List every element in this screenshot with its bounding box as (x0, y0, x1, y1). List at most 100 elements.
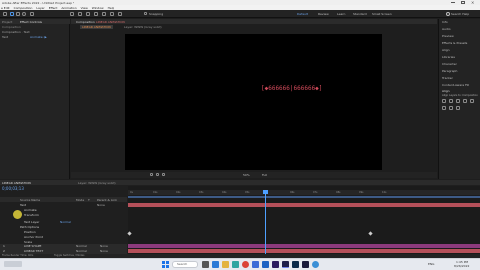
timeline-tab-layer[interactable]: Layer: WWW (Gray solid) (78, 181, 116, 185)
rectangle-tool-icon[interactable] (70, 12, 74, 16)
comp-tab-name[interactable]: LINEAR ANIMATION (96, 20, 125, 24)
zoom-tool-icon[interactable] (22, 12, 26, 16)
work-area-bar[interactable] (128, 196, 480, 198)
menu-animation[interactable]: Animation (61, 6, 76, 10)
panel-audio[interactable]: Audio (442, 27, 451, 32)
align-bottom-icon[interactable] (470, 99, 474, 103)
playhead-handle[interactable] (263, 190, 268, 194)
widgets-icon[interactable] (212, 261, 219, 268)
system-tray-lang[interactable]: ENG (428, 262, 434, 266)
chrome-icon[interactable] (242, 261, 249, 268)
panel-content-aware-fill[interactable]: Content-Aware Fill (442, 83, 469, 88)
camera-snapshot-icon[interactable] (150, 173, 153, 176)
menu-window[interactable]: Window (92, 6, 104, 10)
layer-duration-bar-text[interactable] (128, 203, 480, 207)
property-mode[interactable]: None (97, 203, 105, 207)
eraser-tool-icon[interactable] (110, 12, 114, 16)
workspace-small-screen[interactable]: Small Screen (372, 12, 392, 16)
workspace-standard[interactable]: Standard (353, 12, 367, 16)
align-top-icon[interactable] (463, 99, 467, 103)
puppet-tool-icon[interactable] (118, 12, 122, 16)
panel-character[interactable]: Character (442, 62, 457, 67)
start-button[interactable] (162, 261, 169, 268)
comp-breadcrumb-2[interactable]: Layer: WWW (Gray solid) (124, 25, 162, 29)
type-tool-icon[interactable] (86, 12, 90, 16)
tab-effect-controls[interactable]: Effect Controls (20, 20, 42, 24)
search-icon[interactable] (446, 12, 450, 16)
menu-edit[interactable]: e Edit (1, 6, 10, 10)
col-track-matte[interactable]: T (88, 198, 90, 202)
menu-help[interactable]: Help (108, 6, 115, 10)
layer-mode[interactable]: Normal (76, 244, 87, 248)
time-ruler[interactable] (128, 190, 480, 195)
workspace-review[interactable]: Review (318, 12, 329, 16)
quality-dropdown[interactable]: Full (262, 173, 267, 177)
media-encoder-icon[interactable] (302, 261, 309, 268)
stamp-tool-icon[interactable] (102, 12, 106, 16)
search-help-label[interactable]: Search Help (451, 12, 469, 16)
playhead-line[interactable] (265, 190, 266, 254)
panel-effects-presets[interactable]: Effects & Presets (442, 41, 467, 46)
task-view-icon[interactable] (202, 261, 209, 268)
property-mode[interactable]: Normal (60, 220, 71, 224)
comp-tab-label[interactable]: Composition (76, 20, 95, 24)
mail-icon[interactable] (262, 261, 269, 268)
menu-view[interactable]: View (81, 6, 88, 10)
edge-icon[interactable] (232, 261, 239, 268)
orbit-tool-icon[interactable] (30, 12, 34, 16)
align-left-icon[interactable] (442, 99, 446, 103)
timeline-tab[interactable]: LINEAR ANIMATION (2, 181, 31, 185)
file-explorer-icon[interactable] (222, 261, 229, 268)
home-icon[interactable] (3, 12, 7, 16)
grid-toggle-icon[interactable] (156, 173, 159, 176)
zoom-dropdown[interactable]: 50% (243, 173, 250, 177)
layer-mode[interactable]: Normal (76, 249, 87, 253)
panel-preview[interactable]: Preview (442, 34, 454, 39)
minimize-button[interactable] (451, 2, 455, 3)
store-icon[interactable] (252, 261, 259, 268)
canvas-text-layer[interactable]: [◆666666|666666◆] (261, 85, 322, 92)
toggle-switches-modes[interactable]: Toggle Switches / Modes (54, 254, 85, 257)
distribute-right-icon[interactable] (456, 106, 460, 110)
hand-tool-icon[interactable] (16, 12, 20, 16)
align-center-icon[interactable] (449, 99, 453, 103)
panel-info[interactable]: Info (442, 20, 448, 25)
align-right-icon[interactable] (456, 99, 460, 103)
panel-align[interactable]: Align (442, 48, 450, 53)
tab-project[interactable]: Project (2, 20, 12, 24)
panel-libraries[interactable]: Libraries (442, 55, 455, 60)
effect-row-2[interactable]: Text (2, 35, 8, 39)
effect-row-3[interactable]: Animate: ▶ (30, 35, 47, 39)
workspace-default[interactable]: Default (297, 12, 308, 16)
distribute-left-icon[interactable] (442, 106, 446, 110)
app-icon[interactable] (312, 261, 319, 268)
layer-duration-bar-shape[interactable] (128, 244, 480, 248)
menu-composition[interactable]: Composition (14, 6, 33, 10)
layer-parent[interactable]: None (100, 249, 108, 253)
timeline-timecode[interactable]: 0;00;03;13 (2, 186, 24, 191)
col-mode[interactable]: Mode (76, 198, 84, 202)
system-date[interactable]: 8/26/2022 (454, 264, 469, 268)
menu-layer[interactable]: Layer (36, 6, 44, 10)
premiere-icon[interactable] (272, 261, 279, 268)
panel-tracker[interactable]: Tracker (442, 76, 453, 81)
comp-canvas[interactable] (125, 34, 382, 170)
panel-paragraph[interactable]: Paragraph (442, 69, 457, 74)
weather-widget[interactable] (4, 261, 22, 267)
selection-tool-icon[interactable] (10, 12, 14, 16)
layer-duration-bar-linear[interactable] (128, 249, 480, 253)
menu-effect[interactable]: Effect (49, 6, 58, 10)
photoshop-icon[interactable] (292, 261, 299, 268)
comp-breadcrumb-1[interactable]: LINEAR ANIMATION (80, 25, 113, 29)
maximize-button[interactable] (461, 1, 465, 4)
col-parent[interactable]: Parent & Link (97, 198, 117, 202)
layer-parent[interactable]: None (100, 244, 108, 248)
distribute-center-icon[interactable] (449, 106, 453, 110)
mask-toggle-icon[interactable] (162, 173, 165, 176)
col-source-name[interactable]: Source Name (20, 198, 40, 202)
workspace-learn[interactable]: Learn (337, 12, 345, 16)
after-effects-icon[interactable] (282, 261, 289, 268)
brush-tool-icon[interactable] (94, 12, 98, 16)
pen-tool-icon[interactable] (78, 12, 82, 16)
snapping-checkbox[interactable] (144, 12, 147, 15)
